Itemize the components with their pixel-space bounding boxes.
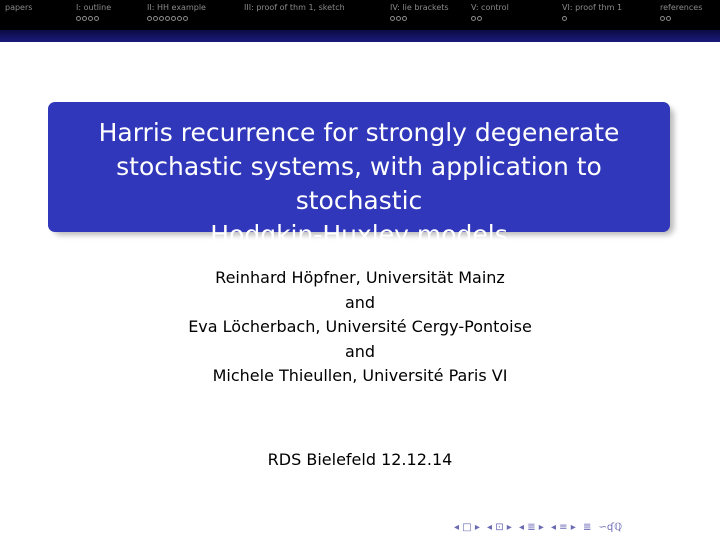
nav-dots bbox=[5, 14, 32, 23]
title-line: stochastic systems, with application to … bbox=[116, 152, 602, 215]
nav-dots bbox=[147, 14, 206, 23]
title-line: Hodgkin-Huxley models bbox=[210, 220, 508, 249]
nav-section-control[interactable]: V: control bbox=[471, 2, 509, 23]
frame-dot-icon[interactable] bbox=[402, 16, 407, 21]
frame-dot-icon[interactable] bbox=[82, 16, 87, 21]
nav-dots bbox=[660, 14, 702, 23]
nav-dots bbox=[76, 14, 111, 23]
frame-dot-icon[interactable] bbox=[94, 16, 99, 21]
frame-dot-icon[interactable] bbox=[562, 16, 567, 21]
frame-dot-icon[interactable] bbox=[177, 16, 182, 21]
nav-section-label: references bbox=[660, 3, 703, 12]
author-line: Reinhard Höpfner, Universität Mainz bbox=[215, 268, 505, 287]
frame-dot-icon[interactable] bbox=[390, 16, 395, 21]
frame-dot-icon[interactable] bbox=[88, 16, 93, 21]
nav-section-label: IV: lie brackets bbox=[390, 3, 449, 12]
header-band bbox=[0, 30, 720, 42]
search-icon[interactable]: ∽ʠℚ bbox=[599, 522, 623, 533]
author-line: Eva Löcherbach, Université Cergy-Pontois… bbox=[188, 317, 532, 336]
nav-section-papers[interactable]: papers bbox=[5, 2, 32, 23]
frame-dot-icon[interactable] bbox=[153, 16, 158, 21]
frame-dot-icon[interactable] bbox=[76, 16, 81, 21]
beamer-navigation-symbols: ◂ □ ▸ ◂ ⊡ ▸ ◂ ≣ ▸ ◂ ≡ ▸ ≣ ∽ʠℚ bbox=[454, 521, 626, 535]
frame-dot-icon[interactable] bbox=[171, 16, 176, 21]
nav-section-proof-thm[interactable]: VI: proof thm 1 bbox=[562, 2, 622, 23]
nav-section-label: VI: proof thm 1 bbox=[562, 3, 623, 12]
author-block: Reinhard Höpfner, Universität Mainz and … bbox=[60, 266, 660, 389]
frame-dot-icon[interactable] bbox=[477, 16, 482, 21]
author-separator: and bbox=[344, 341, 376, 361]
title-block: Harris recurrence for strongly degenerat… bbox=[48, 102, 670, 249]
nav-section-proof-sketch[interactable]: III: proof of thm 1, sketch bbox=[244, 2, 345, 23]
frame-dot-icon[interactable] bbox=[165, 16, 170, 21]
nav-dots bbox=[562, 14, 622, 23]
align-icon[interactable]: ≣ bbox=[583, 522, 591, 533]
nav-section-label: papers bbox=[5, 3, 33, 12]
author-separator: and bbox=[344, 292, 376, 312]
date-line: RDS Bielefeld 12.12.14 bbox=[267, 450, 453, 469]
frame-dot-icon[interactable] bbox=[159, 16, 164, 21]
frame-dot-icon[interactable] bbox=[147, 16, 152, 21]
nav-section-hh-example[interactable]: II: HH example bbox=[147, 2, 206, 23]
frame-nav-button[interactable]: ◂ □ ▸ bbox=[454, 522, 480, 533]
section-nav-button[interactable]: ◂ ≣ ▸ bbox=[519, 522, 544, 533]
author-line: Michele Thieullen, Université Paris VI bbox=[212, 366, 508, 385]
frame-dot-icon[interactable] bbox=[396, 16, 401, 21]
nav-dots bbox=[244, 14, 345, 23]
nav-section-references[interactable]: references bbox=[660, 2, 702, 23]
nav-section-label: III: proof of thm 1, sketch bbox=[244, 3, 345, 12]
frame-dot-icon[interactable] bbox=[660, 16, 665, 21]
frame-dot-icon[interactable] bbox=[666, 16, 671, 21]
nav-section-outline[interactable]: I: outline bbox=[76, 2, 111, 23]
subsubsection-nav-button[interactable]: ◂ ≡ ▸ bbox=[551, 522, 576, 533]
nav-section-label: I: outline bbox=[76, 3, 112, 12]
nav-dots bbox=[471, 14, 509, 23]
nav-section-label: II: HH example bbox=[147, 3, 206, 12]
top-navigation-bar: papers I: outline II: HH example III: pr… bbox=[0, 0, 720, 30]
nav-section-lie-brackets[interactable]: IV: lie brackets bbox=[390, 2, 449, 23]
frame-dot-icon[interactable] bbox=[183, 16, 188, 21]
nav-section-label: V: control bbox=[471, 3, 509, 12]
frame-dot-icon[interactable] bbox=[471, 16, 476, 21]
nav-dots bbox=[390, 14, 449, 23]
subsection-nav-button[interactable]: ◂ ⊡ ▸ bbox=[487, 522, 512, 533]
title-line: Harris recurrence for strongly degenerat… bbox=[98, 118, 620, 147]
